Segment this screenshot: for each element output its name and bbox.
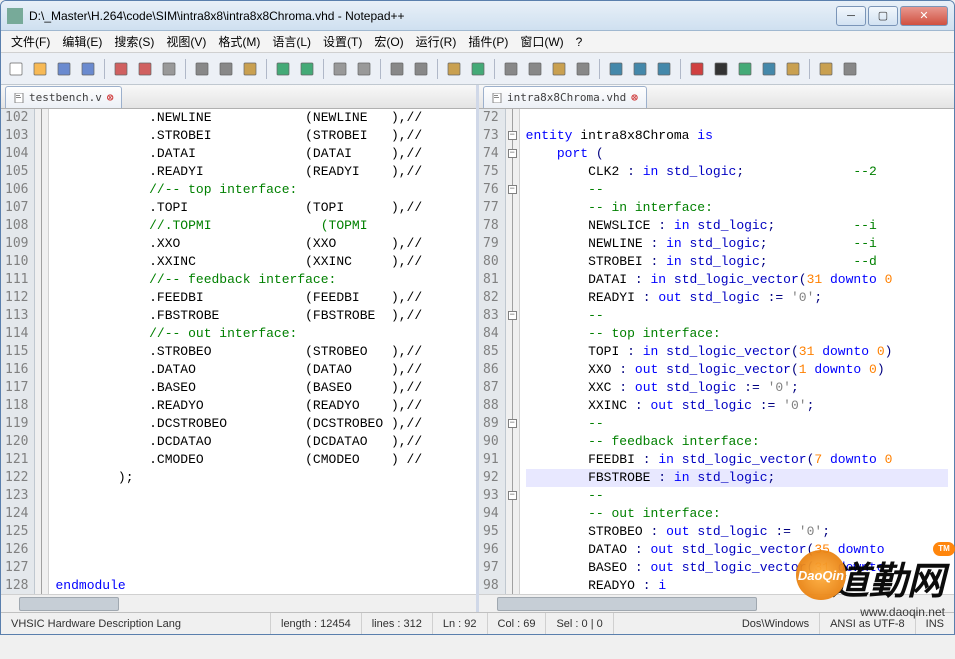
fold-column-left[interactable]: [35, 109, 49, 594]
close-button[interactable]: ✕: [900, 6, 948, 26]
toolbar: [1, 53, 954, 85]
fold-toggle[interactable]: −: [508, 311, 517, 320]
statusbar: VHSIC Hardware Description Lang length :…: [1, 612, 954, 634]
menu-item[interactable]: ?: [570, 33, 589, 51]
fold-column-right[interactable]: − − − − − −: [506, 109, 520, 594]
print-icon[interactable]: [158, 58, 180, 80]
ff-icon[interactable]: [758, 58, 780, 80]
status-ins: INS: [916, 613, 954, 634]
menu-item[interactable]: 文件(F): [5, 31, 56, 52]
hscroll-left[interactable]: [1, 594, 476, 612]
rec-icon[interactable]: [686, 58, 708, 80]
zoomin-icon[interactable]: [386, 58, 408, 80]
indent-icon[interactable]: [524, 58, 546, 80]
fold-toggle[interactable]: −: [508, 491, 517, 500]
status-sel: Sel : 0 | 0: [546, 613, 613, 634]
app-icon: [7, 8, 23, 24]
zoomout-icon[interactable]: [410, 58, 432, 80]
status-lang: VHSIC Hardware Description Lang: [1, 613, 271, 634]
menu-item[interactable]: 设置(T): [317, 31, 368, 52]
redo-icon[interactable]: [296, 58, 318, 80]
tabbar-right: intra8x8Chroma.vhd ⊗: [479, 85, 954, 109]
status-eol: Dos\Windows: [732, 613, 820, 634]
editor-right[interactable]: 7273747576777879808182838485868788899091…: [479, 109, 954, 594]
titlebar[interactable]: D:\_Master\H.264\code\SIM\intra8x8\intra…: [1, 1, 954, 31]
menubar: 文件(F)编辑(E)搜索(S)视图(V)格式(M)语言(L)设置(T)宏(O)运…: [1, 31, 954, 53]
status-enc: ANSI as UTF-8: [820, 613, 916, 634]
file-icon: [492, 93, 502, 103]
fold-toggle[interactable]: −: [508, 131, 517, 140]
menu-item[interactable]: 窗口(W): [514, 31, 569, 52]
sync-icon[interactable]: [443, 58, 465, 80]
fold-toggle[interactable]: −: [508, 185, 517, 194]
window-title: D:\_Master\H.264\code\SIM\intra8x8\intra…: [29, 9, 836, 23]
wrap-icon[interactable]: [467, 58, 489, 80]
menu-item[interactable]: 宏(O): [368, 31, 409, 52]
status-ln: Ln : 92: [433, 613, 488, 634]
menu-item[interactable]: 语言(L): [266, 31, 317, 52]
menu-item[interactable]: 格式(M): [212, 31, 266, 52]
replace-icon[interactable]: [353, 58, 375, 80]
scroll-thumb[interactable]: [497, 597, 757, 611]
tab-label: testbench.v: [29, 91, 102, 104]
menu-item[interactable]: 搜索(S): [108, 31, 160, 52]
line-numbers-left: 1021031041051061071081091101111121131141…: [1, 109, 35, 594]
new-icon[interactable]: [5, 58, 27, 80]
hscroll-right[interactable]: [479, 594, 954, 612]
showall-icon[interactable]: [500, 58, 522, 80]
close-icon[interactable]: [110, 58, 132, 80]
scroll-thumb[interactable]: [19, 597, 119, 611]
save-icon[interactable]: [53, 58, 75, 80]
saveall-icon[interactable]: [77, 58, 99, 80]
menu-item[interactable]: 编辑(E): [56, 31, 108, 52]
menu-item[interactable]: 运行(R): [410, 31, 463, 52]
editor-left[interactable]: 1021031041051061071081091101111121131141…: [1, 109, 476, 594]
status-lines: lines : 312: [362, 613, 433, 634]
line-numbers-right: 7273747576777879808182838485868788899091…: [479, 109, 506, 594]
fold-toggle[interactable]: −: [508, 419, 517, 428]
paste-icon[interactable]: [239, 58, 261, 80]
save2-icon[interactable]: [782, 58, 804, 80]
abc-icon[interactable]: [839, 58, 861, 80]
undo-icon[interactable]: [272, 58, 294, 80]
status-col: Col : 69: [488, 613, 547, 634]
minimize-button[interactable]: ─: [836, 6, 866, 26]
func-icon[interactable]: [572, 58, 594, 80]
open-icon[interactable]: [29, 58, 51, 80]
code-right[interactable]: entity intra8x8Chroma is port ( CLK2 : i…: [520, 109, 954, 594]
tab-label: intra8x8Chroma.vhd: [507, 91, 626, 104]
doc2-icon[interactable]: [653, 58, 675, 80]
menu-item[interactable]: 插件(P): [462, 31, 514, 52]
tabbar-left: testbench.v ⊗: [1, 85, 476, 109]
find-icon[interactable]: [329, 58, 351, 80]
closeall-icon[interactable]: [134, 58, 156, 80]
tab-close-icon[interactable]: ⊗: [631, 91, 638, 104]
file-icon: [14, 93, 24, 103]
cut-icon[interactable]: [191, 58, 213, 80]
doc-icon[interactable]: [629, 58, 651, 80]
status-length: length : 12454: [271, 613, 362, 634]
right-pane: intra8x8Chroma.vhd ⊗ 7273747576777879808…: [479, 85, 954, 612]
left-pane: testbench.v ⊗ 10210310410510610710810911…: [1, 85, 479, 612]
menu-item[interactable]: 视图(V): [160, 31, 212, 52]
copy-icon[interactable]: [215, 58, 237, 80]
play-icon[interactable]: [734, 58, 756, 80]
tab-testbench[interactable]: testbench.v ⊗: [5, 86, 122, 108]
tab-intra8x8chroma[interactable]: intra8x8Chroma.vhd ⊗: [483, 86, 647, 108]
x-icon[interactable]: [815, 58, 837, 80]
stop-icon[interactable]: [710, 58, 732, 80]
code-left[interactable]: .NEWLINE (NEWLINE ),// .STROBEI (STROBEI…: [49, 109, 476, 594]
maximize-button[interactable]: ▢: [868, 6, 898, 26]
tab-close-icon[interactable]: ⊗: [107, 91, 114, 104]
fold-toggle[interactable]: −: [508, 149, 517, 158]
folder-icon[interactable]: [548, 58, 570, 80]
ln-icon[interactable]: [605, 58, 627, 80]
